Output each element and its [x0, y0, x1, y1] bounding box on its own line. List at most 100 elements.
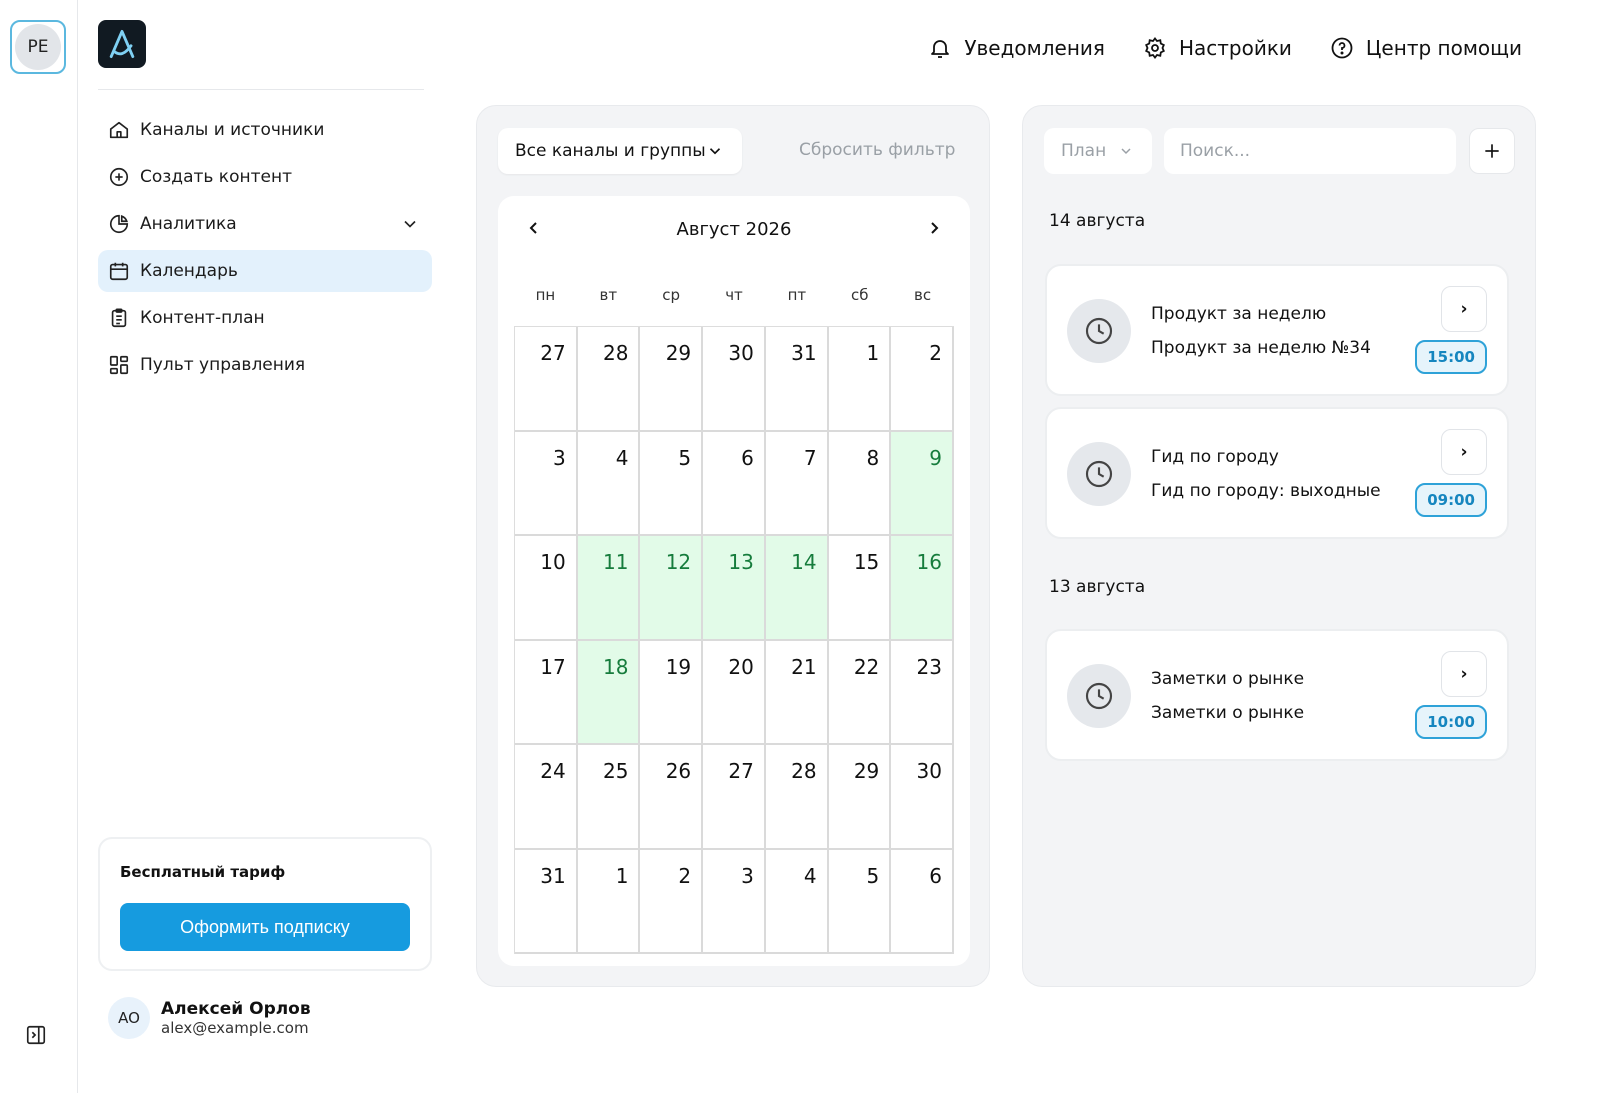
day-number: 26	[665, 759, 692, 783]
schedule-panel: План 14 августа Продукт за неделю Продук…	[1022, 105, 1536, 987]
calendar-day-has-posts[interactable]: 13	[703, 536, 766, 641]
calendar-day[interactable]: 17	[515, 640, 578, 745]
search-input[interactable]	[1164, 128, 1456, 174]
plan-filter-dropdown[interactable]: План	[1044, 128, 1152, 174]
calendar-day[interactable]: 20	[703, 640, 766, 745]
post-time-badge: 15:00	[1415, 340, 1487, 374]
calendar-day[interactable]: 4	[577, 431, 641, 536]
user-name: Алексей Орлов	[161, 999, 311, 1019]
sidebar-item-analytics[interactable]: Аналитика	[98, 203, 432, 245]
next-month-button[interactable]	[922, 216, 946, 240]
calendar-day[interactable]: 27	[515, 327, 578, 432]
calendar-day[interactable]: 19	[640, 640, 704, 745]
calendar-day[interactable]: 22	[828, 640, 892, 745]
calendar-day[interactable]: 21	[765, 640, 829, 745]
day-number: 11	[602, 550, 629, 574]
calendar-day-has-posts[interactable]: 16	[891, 536, 954, 641]
calendar-day[interactable]: 24	[515, 745, 578, 850]
scheduled-post-card[interactable]: Гид по городу Гид по городу: выходные › …	[1045, 407, 1509, 539]
help-center-label: Центр помощи	[1365, 36, 1522, 60]
calendar-day-has-posts[interactable]: 18	[577, 640, 641, 745]
calendar-day[interactable]: 29	[640, 327, 704, 432]
post-title: Гид по городу	[1151, 447, 1279, 467]
calendar-day[interactable]: 7	[765, 431, 829, 536]
clipboard-list-icon	[108, 307, 130, 329]
day-number: 18	[602, 654, 629, 679]
calendar-day[interactable]: 2	[891, 327, 954, 432]
open-post-button[interactable]: ›	[1441, 286, 1487, 332]
sidebar: Каналы и источники Создать контент Анали…	[78, 0, 453, 1093]
sidebar-divider	[98, 89, 424, 90]
notifications-label: Уведомления	[964, 36, 1105, 60]
settings-button[interactable]: Настройки	[1143, 36, 1292, 60]
calendar-day[interactable]: 1	[577, 849, 641, 954]
calendar-day[interactable]: 10	[515, 536, 578, 641]
calendar-day[interactable]: 8	[828, 431, 892, 536]
weekday-header: пн вт ср чт пт сб вс	[514, 286, 954, 304]
day-number: 5	[866, 863, 880, 888]
date-group-heading: 13 августа	[1049, 577, 1146, 597]
help-circle-icon	[1331, 37, 1353, 59]
calendar-day[interactable]: 31	[765, 327, 829, 432]
day-number: 21	[791, 654, 817, 679]
calendar-day[interactable]: 25	[577, 745, 641, 850]
calendar-day[interactable]: 2	[640, 849, 704, 954]
sidebar-collapse-icon[interactable]	[25, 1024, 47, 1046]
calendar-day-has-posts[interactable]: 11	[577, 536, 641, 641]
calendar-day[interactable]: 1	[828, 327, 892, 432]
day-number: 19	[665, 654, 692, 679]
calendar-day[interactable]: 28	[765, 745, 829, 850]
calendar-day[interactable]: 4	[765, 849, 829, 954]
day-number: 7	[803, 445, 817, 470]
day-number: 9	[929, 445, 942, 470]
post-title: Продукт за неделю	[1151, 304, 1327, 324]
calendar-day[interactable]: 6	[891, 849, 954, 954]
clock-icon	[1067, 664, 1131, 728]
scheduled-post-card[interactable]: Продукт за неделю Продукт за неделю №34 …	[1045, 264, 1509, 396]
channel-filter-dropdown[interactable]: Все каналы и группы	[498, 128, 742, 174]
open-post-button[interactable]: ›	[1441, 429, 1487, 475]
calendar-day[interactable]: 6	[703, 431, 766, 536]
day-number: 27	[728, 759, 754, 783]
calendar-day-has-posts[interactable]: 12	[640, 536, 704, 641]
sidebar-item-dashboard[interactable]: Пульт управления	[98, 344, 432, 386]
calendar-day[interactable]: 27	[703, 745, 766, 850]
user-profile[interactable]: AO Алексей Орлов alex@example.com	[108, 997, 311, 1039]
add-post-button[interactable]	[1469, 128, 1515, 174]
calendar-day[interactable]: 5	[640, 431, 704, 536]
post-time-badge: 09:00	[1415, 483, 1487, 517]
calendar-day[interactable]: 26	[640, 745, 704, 850]
calendar-day[interactable]: 23	[891, 640, 954, 745]
subscribe-button[interactable]: Оформить подписку	[120, 903, 410, 951]
calendar-day[interactable]: 29	[828, 745, 892, 850]
day-number: 28	[602, 341, 629, 365]
chevron-down-icon[interactable]	[400, 214, 420, 234]
calendar-day[interactable]: 28	[577, 327, 641, 432]
sidebar-item-content-plan[interactable]: Контент-план	[98, 297, 432, 339]
app-logo[interactable]	[98, 20, 146, 68]
calendar-day[interactable]: 30	[891, 745, 954, 850]
calendar-day-has-posts[interactable]: 14	[765, 536, 829, 641]
calendar-day[interactable]: 3	[703, 849, 766, 954]
weekday-label: вс	[914, 286, 932, 304]
workspace-switcher[interactable]: PE	[10, 20, 66, 74]
notifications-button[interactable]: Уведомления	[928, 36, 1105, 60]
calendar-day[interactable]: 5	[828, 849, 892, 954]
dashboard-grid-icon	[108, 354, 130, 376]
chevron-right-icon	[931, 222, 939, 234]
sidebar-item-channels[interactable]: Каналы и источники	[98, 109, 432, 151]
sidebar-item-calendar[interactable]: Календарь	[98, 250, 432, 292]
day-number: 25	[602, 759, 629, 783]
sidebar-item-create-content[interactable]: Создать контент	[98, 156, 432, 198]
calendar-day[interactable]: 15	[828, 536, 892, 641]
calendar-day[interactable]: 31	[515, 849, 578, 954]
calendar-day[interactable]: 30	[703, 327, 766, 432]
reset-filter-button[interactable]: Сбросить фильтр	[799, 140, 955, 160]
calendar-day-has-posts[interactable]: 9	[891, 431, 954, 536]
calendar-day[interactable]: 3	[515, 431, 578, 536]
help-center-button[interactable]: Центр помощи	[1330, 36, 1522, 60]
day-number: 12	[665, 550, 692, 574]
calendar-icon	[108, 260, 130, 282]
open-post-button[interactable]: ›	[1441, 651, 1487, 697]
scheduled-post-card[interactable]: Заметки о рынке Заметки о рынке › 10:00	[1045, 629, 1509, 761]
